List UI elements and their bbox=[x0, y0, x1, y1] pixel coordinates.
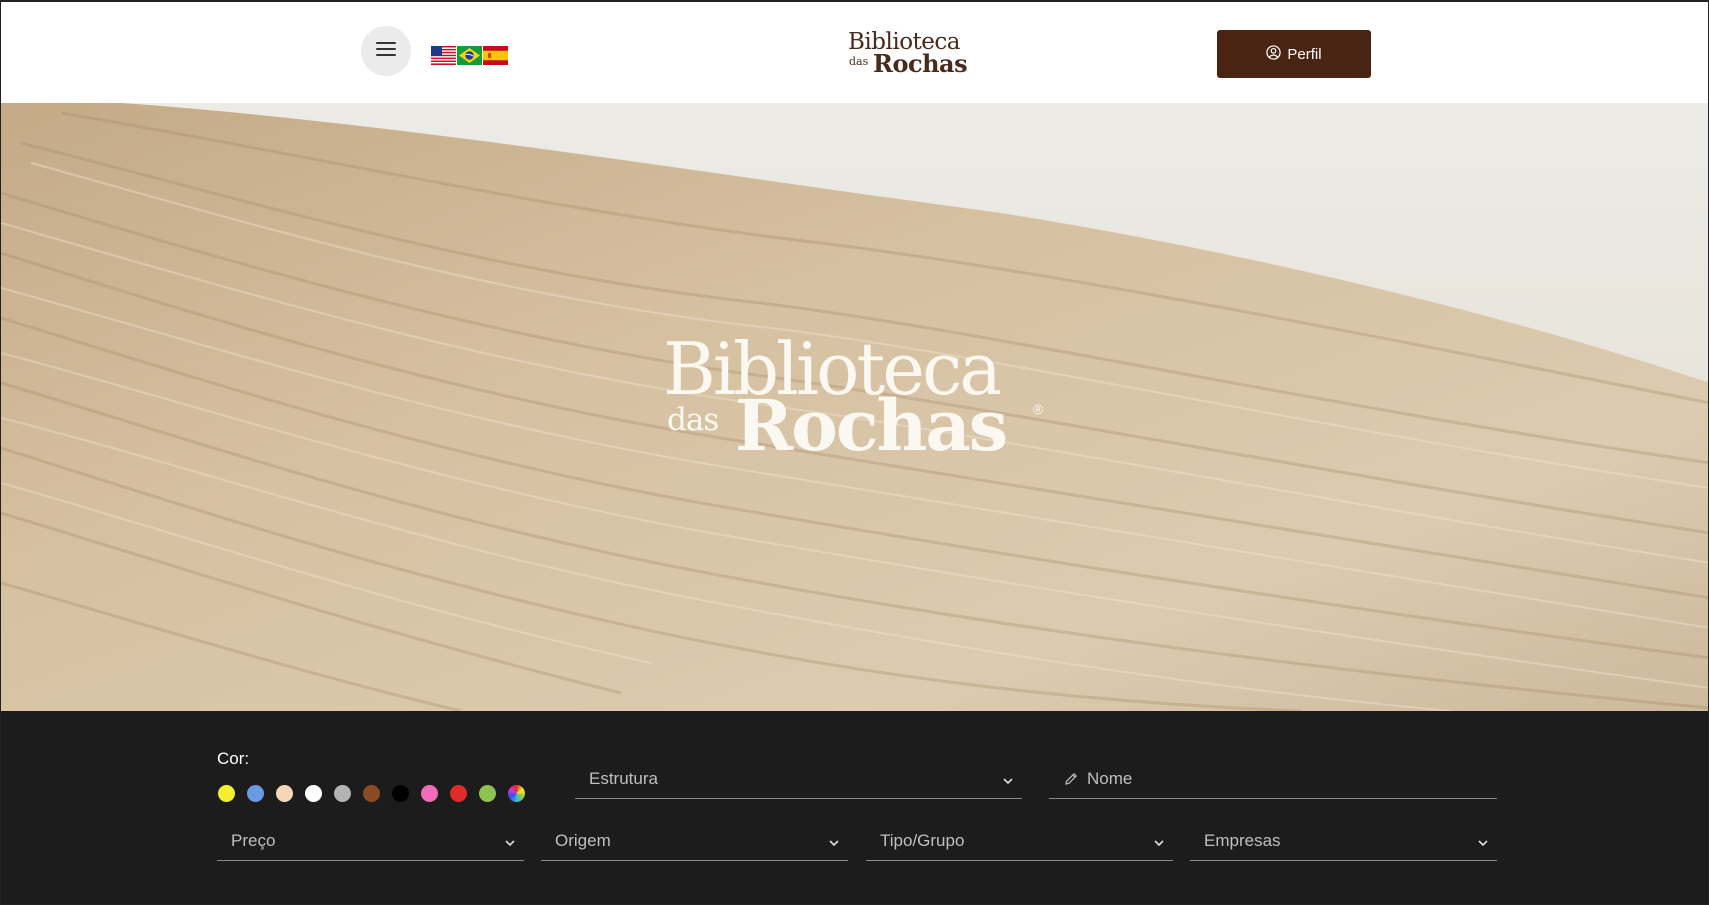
estrutura-label: Estrutura bbox=[589, 768, 658, 788]
es-flag-icon[interactable] bbox=[483, 46, 508, 65]
perfil-label: Perfil bbox=[1287, 45, 1322, 63]
tipo-grupo-label: Tipo/Grupo bbox=[880, 830, 965, 850]
color-swatch[interactable] bbox=[247, 785, 264, 802]
user-circle-icon bbox=[1266, 44, 1282, 64]
color-swatch[interactable] bbox=[508, 785, 525, 802]
color-swatch[interactable] bbox=[479, 785, 496, 802]
tipo-grupo-select[interactable]: Tipo/Grupo bbox=[866, 821, 1173, 861]
br-flag-icon[interactable] bbox=[457, 46, 482, 65]
color-swatch[interactable] bbox=[276, 785, 293, 802]
empresas-select[interactable]: Empresas bbox=[1190, 821, 1497, 861]
chevron-down-icon bbox=[828, 834, 840, 854]
hero-banner: Biblioteca das Rochas ® bbox=[1, 103, 1708, 711]
estrutura-select[interactable]: Estrutura bbox=[575, 759, 1022, 799]
color-swatch[interactable] bbox=[421, 785, 438, 802]
color-swatch[interactable] bbox=[334, 785, 351, 802]
hero-logo-rochas: Rochas bbox=[735, 384, 1008, 467]
hamburger-icon bbox=[376, 41, 396, 62]
perfil-button[interactable]: Perfil bbox=[1217, 30, 1371, 78]
top-header: Biblioteca das Rochas Perfil bbox=[1, 2, 1708, 103]
color-filter-label: Cor: bbox=[217, 749, 250, 768]
registered-mark: ® bbox=[1033, 401, 1044, 417]
nome-placeholder: Nome bbox=[1087, 768, 1133, 788]
preco-select[interactable]: Preço bbox=[217, 821, 524, 861]
us-flag-icon[interactable] bbox=[431, 46, 456, 65]
chevron-down-icon bbox=[1477, 834, 1489, 854]
language-selector bbox=[431, 46, 508, 65]
chevron-down-icon bbox=[1002, 772, 1014, 792]
chevron-down-icon bbox=[504, 834, 516, 854]
page: Biblioteca das Rochas Perfil Biblioteca … bbox=[0, 0, 1709, 905]
color-swatch[interactable] bbox=[363, 785, 380, 802]
hero-logo-das: das bbox=[667, 402, 719, 438]
header-logo[interactable]: Biblioteca das Rochas bbox=[848, 29, 972, 78]
color-swatches bbox=[218, 785, 525, 802]
color-swatch[interactable] bbox=[450, 785, 467, 802]
menu-button[interactable] bbox=[361, 26, 411, 76]
filter-bar: Cor: Estrutura Nome Preço Origem Tipo/Gr… bbox=[1, 711, 1708, 904]
pencil-icon bbox=[1063, 771, 1079, 787]
origem-select[interactable]: Origem bbox=[541, 821, 848, 861]
color-swatch[interactable] bbox=[218, 785, 235, 802]
nome-input[interactable]: Nome bbox=[1049, 759, 1497, 799]
origem-label: Origem bbox=[555, 830, 611, 850]
empresas-label: Empresas bbox=[1204, 830, 1281, 850]
logo-word-rochas: Rochas bbox=[873, 49, 968, 78]
color-swatch[interactable] bbox=[392, 785, 409, 802]
preco-label: Preço bbox=[231, 830, 276, 850]
color-swatch[interactable] bbox=[305, 785, 322, 802]
logo-word-das: das bbox=[849, 55, 869, 68]
chevron-down-icon bbox=[1153, 834, 1165, 854]
hero-logo: Biblioteca das Rochas ® bbox=[663, 333, 1053, 473]
